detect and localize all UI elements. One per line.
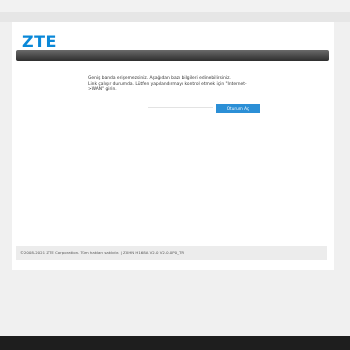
footer-copyright: ©2008-2021 ZTE Corporation. Tüm hakları … xyxy=(20,250,185,255)
login-row: Oturum Aç xyxy=(148,104,260,113)
status-message-line-2: Link çalışır durumda. Lütfen yapılandırm… xyxy=(88,81,247,93)
login-field xyxy=(148,107,213,108)
status-message: Geniş banda erişemezsiniz. Aşağıdan bazı… xyxy=(88,76,256,93)
login-button[interactable]: Oturum Aç xyxy=(216,104,260,113)
browser-toolbar-strip xyxy=(0,12,350,22)
header-bar xyxy=(16,50,329,61)
zte-logo: ZTE xyxy=(22,32,57,51)
taskbar xyxy=(0,336,350,350)
browser-top-bar xyxy=(0,0,350,22)
main-panel: ZTE Geniş banda erişemezsiniz. Aşağıdan … xyxy=(12,22,334,270)
status-message-line-1: Geniş banda erişemezsiniz. Aşağıdan bazı… xyxy=(88,76,231,81)
footer: ©2008-2021 ZTE Corporation. Tüm hakları … xyxy=(16,246,327,260)
